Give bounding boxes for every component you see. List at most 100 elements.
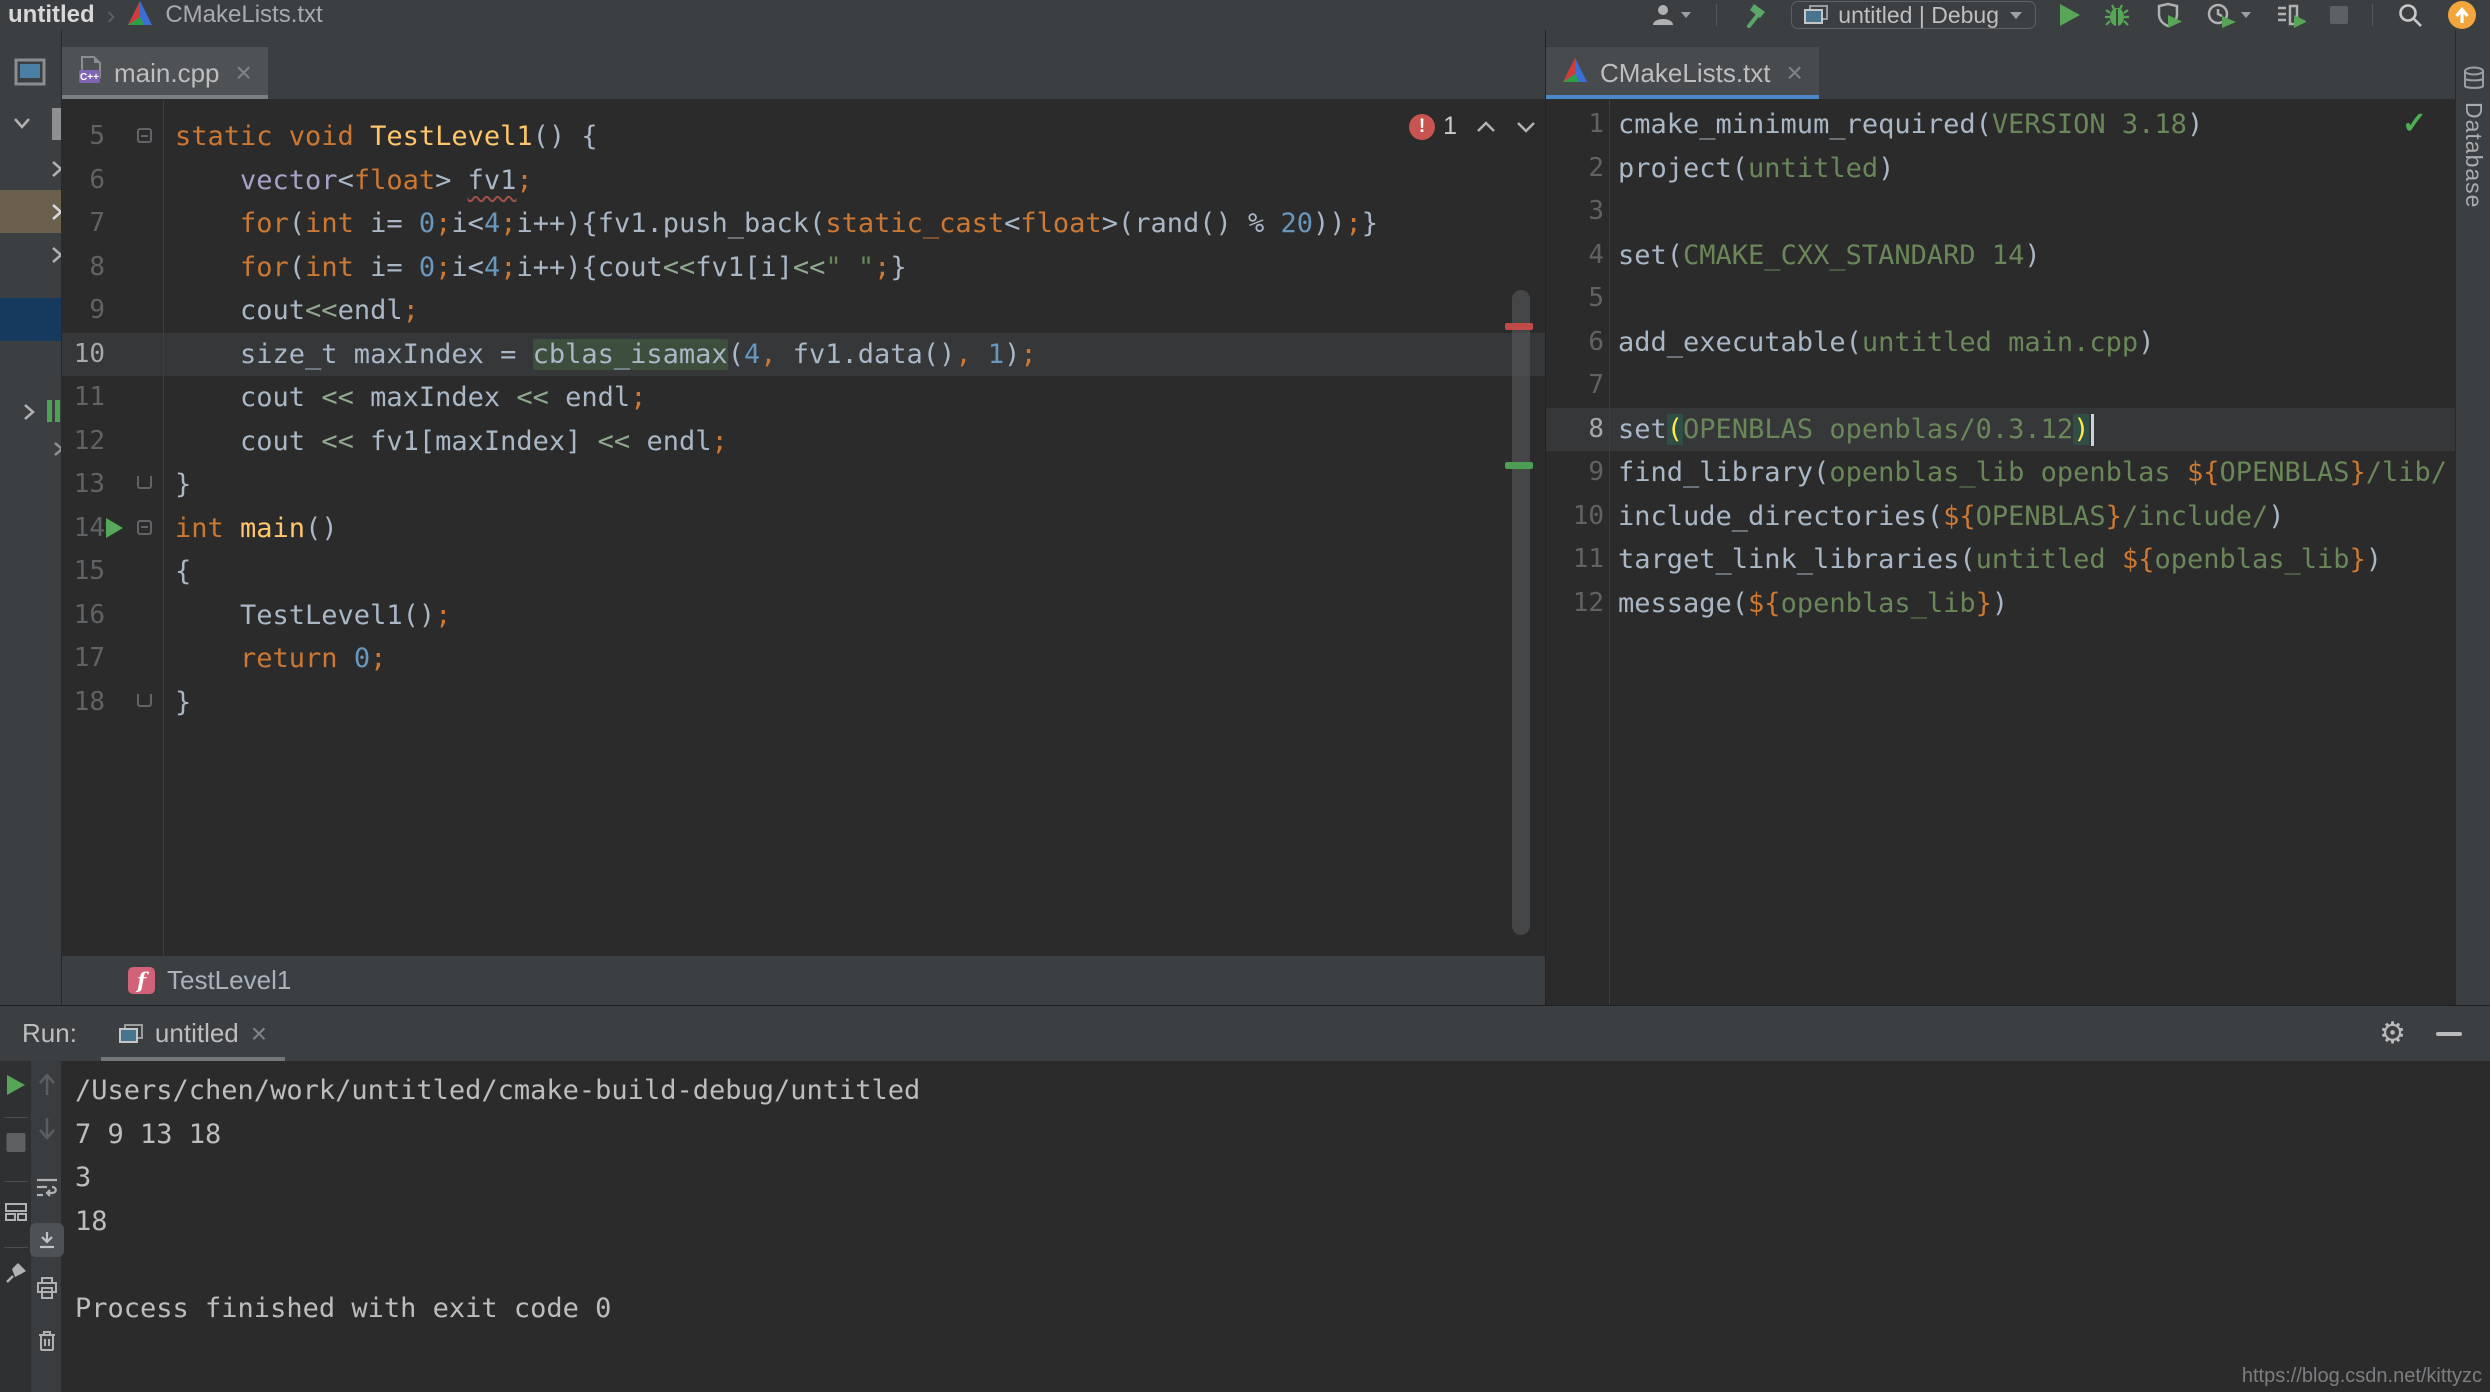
fold-marker-icon[interactable] [137,476,152,489]
debug-button[interactable] [2104,2,2130,28]
code-line[interactable]: TestLevel1(); [175,594,1378,638]
stop-button[interactable] [2330,6,2348,24]
code-line[interactable]: message(${openblas_lib}) [1618,582,2447,626]
fold-marker-icon[interactable] [137,128,152,143]
tab-label: main.cpp [114,57,220,88]
run-panel: Run: untitled × ⚙ /Users/chen/work/untit… [0,1005,2490,1392]
code-line[interactable]: { [175,550,1378,594]
pin-tab-button[interactable] [4,1261,28,1290]
print-button[interactable] [35,1276,59,1305]
breadcrumb-function[interactable]: TestLevel1 [167,965,291,996]
breadcrumb-project[interactable]: untitled [8,1,95,29]
tree-row-selected[interactable] [0,298,61,341]
code-area[interactable]: cmake_minimum_required(VERSION 3.18) proj… [1618,103,2447,625]
code-area[interactable]: static void TestLevel1() { vector<float>… [175,115,1378,724]
run-button[interactable] [2060,4,2080,26]
fold-marker-icon[interactable] [137,519,152,535]
tree-row-hovered[interactable] [0,190,61,233]
code-line[interactable]: cmake_minimum_required(VERSION 3.18) [1618,103,2447,147]
main-editor[interactable]: 5 6 7 8 9 10 11 12 13 14 15 16 17 18 static void Test… [62,100,1545,955]
change-stripe-mark[interactable] [1505,462,1533,469]
tree-row[interactable] [0,147,61,190]
cmake-editor[interactable]: 1 2 3 4 5 6 7 8 9 10 11 12 cmake_minimum_required(V… [1546,100,2455,1005]
code-line[interactable] [1618,190,2447,234]
run-config-selector[interactable]: untitled | Debug [1791,1,2036,29]
clear-all-button[interactable] [36,1329,58,1358]
tree-row[interactable] [0,103,61,146]
update-available-button[interactable] [2448,1,2476,29]
toolbar-divider [2372,4,2373,26]
tool-window-icon[interactable] [14,58,46,91]
code-line[interactable]: int main() [175,507,1378,551]
code-line[interactable]: cout << fv1[maxIndex] << endl; [175,420,1378,464]
database-tool-button[interactable]: Database [2456,66,2490,208]
prev-error-icon[interactable] [1475,120,1497,134]
code-line[interactable]: static void TestLevel1() { [175,115,1378,159]
search-icon [2399,3,2422,27]
close-icon[interactable]: × [236,57,252,89]
code-line[interactable] [1618,364,2447,408]
tab-main-cpp[interactable]: C++ main.cpp × [62,47,268,99]
tab-cmakelists[interactable]: CMakeLists.txt × [1546,47,1819,99]
close-icon[interactable]: × [1787,57,1803,89]
code-line[interactable]: find_library(openblas_lib openblas ${OPE… [1618,451,2447,495]
fold-marker-icon[interactable] [137,693,152,707]
build-button[interactable] [1741,2,1767,28]
app-window-icon [1804,5,1829,24]
code-line[interactable]: for(int i= 0;i<4;i++){fv1.push_back(stat… [175,202,1378,246]
run-with-options-button[interactable] [2276,2,2306,28]
code-line[interactable]: set(OPENBLAS openblas/0.3.12) [1618,408,2447,452]
rerun-button[interactable] [6,1075,25,1095]
close-icon[interactable]: × [251,1018,267,1050]
code-line[interactable]: add_executable(untitled main.cpp) [1618,321,2447,365]
code-line[interactable]: cout<<endl; [175,289,1378,333]
breadcrumb-file[interactable]: CMakeLists.txt [165,1,322,29]
code-line[interactable]: for(int i= 0;i<4;i++){cout<<fv1[i]<<" ";… [175,246,1378,290]
run-console[interactable]: /Users/chen/work/untitled/cmake-build-de… [62,1061,2490,1392]
run-with-coverage-button[interactable] [2154,2,2182,28]
code-line[interactable]: size_t maxIndex = cblas_isamax(4, fv1.da… [175,333,1378,377]
tree-row[interactable] [0,390,61,433]
scrollbar-thumb[interactable] [1512,290,1530,935]
right-tool-strip: Database [2455,30,2490,1005]
down-stack-trace-button[interactable] [36,1116,58,1147]
user-account-button[interactable] [1650,3,1692,27]
next-error-icon[interactable] [1515,120,1537,134]
tree-row[interactable] [0,428,61,471]
code-line[interactable] [1618,277,2447,321]
restore-layout-button[interactable] [4,1201,28,1228]
scroll-to-end-icon [39,1232,54,1249]
inspection-widget[interactable]: ! 1 [1409,112,1537,141]
settings-gear-icon[interactable]: ⚙ [2379,1018,2406,1049]
arrow-up-icon [38,1073,55,1095]
hide-panel-icon[interactable] [2436,1031,2462,1036]
tree-row[interactable] [0,233,61,276]
code-line[interactable]: } [175,463,1378,507]
search-everywhere-button[interactable] [2397,2,2424,29]
code-line[interactable]: } [175,681,1378,725]
code-line[interactable]: return 0; [175,637,1378,681]
code-line[interactable]: cout << maxIndex << endl; [175,376,1378,420]
soft-wrap-button[interactable] [35,1176,59,1205]
code-line[interactable]: project(untitled) [1618,147,2447,191]
code-line[interactable]: target_link_libraries(untitled ${openbla… [1618,538,2447,582]
code-line[interactable]: vector<float> fv1; [175,159,1378,203]
run-tab-untitled[interactable]: untitled × [100,1006,286,1061]
inspection-ok-icon[interactable]: ✓ [2402,106,2427,141]
coverage-shield-icon [2157,2,2182,28]
code-line[interactable]: include_directories(${OPENBLAS}/include/… [1618,495,2447,539]
scroll-to-end-button[interactable] [29,1223,64,1257]
error-stripe-mark[interactable] [1505,323,1533,330]
chevron-right-icon [52,161,61,177]
profiler-button[interactable] [2206,2,2252,28]
up-stack-trace-button[interactable] [36,1071,58,1102]
run-configurations-icon [2278,4,2306,28]
user-icon [1653,5,1674,25]
console-line: 7 9 13 18 [75,1118,222,1150]
main-toolbar: untitled | Debug [1650,1,2482,29]
cmake-logo-icon [127,0,153,31]
stop-button[interactable] [6,1133,25,1152]
code-line[interactable]: set(CMAKE_CXX_STANDARD 14) [1618,234,2447,278]
text-caret [2091,414,2095,446]
run-line-icon[interactable] [106,517,123,538]
